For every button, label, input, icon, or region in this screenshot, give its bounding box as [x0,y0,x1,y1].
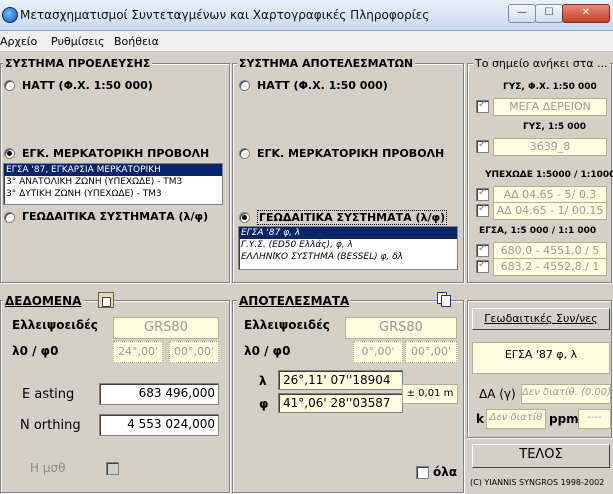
yperxode-label: ΥΠΕΧΩΔΕ 1:5000 / 1:1000 [485,170,613,180]
result-f0-value: 00°,00' [405,341,457,363]
k-value: Δεν διατίθ [486,409,546,429]
gys-50000-check[interactable] [476,99,489,113]
lambda-output[interactable]: 26°,11' 07''18904 [278,370,403,390]
geodetic-system-value: ΕΓΣΑ '87 φ, λ [472,342,610,374]
geodetic-coords-button[interactable]: Γεωδαιτικές Συν/νες [472,308,610,330]
menu-bar: Αρχείο Ρυθμίσεις Βοήθεια [0,31,613,52]
window-title: Μετασχηματισμοί Συντεταγμένων και Χαρτογ… [20,8,430,22]
easting-input[interactable]: 683 496,000 [99,383,219,405]
input-data-title: ΔΕΔΟΜΕΝΑ [3,294,84,308]
ppm-label: ppm [549,412,579,426]
northing-input[interactable]: 4 553 024,000 [99,414,219,436]
result-label-hatt: ΗΑΤΤ (Φ.Χ. 1:50 000) [257,79,388,92]
easting-label: E asting [22,387,75,402]
result-l0f0-label: λ0 / φ0 [244,344,291,358]
result-l0-value: 0°,00' [353,341,403,363]
end-button[interactable]: ΤΕΛΟΣ [472,444,610,468]
source-radio-hatt[interactable] [4,80,15,91]
result-radio-geodetic[interactable] [239,212,250,223]
result-system-title: ΣΥΣΤΗΜΑ ΑΠΟΤΕΛΕΣΜΑΤΩΝ [237,57,416,70]
input-ellipsoid-label: Ελλειψοειδές [12,318,98,332]
menu-help[interactable]: Βοήθεια [114,35,159,48]
result-label-geodetic: ΓΕΩΔΑΙΤΙΚΑ ΣΥΣΤΗΜΑΤΑ (λ/φ) [257,210,448,225]
source-radio-geodetic[interactable] [4,212,15,223]
result-ellipsoid-label: Ελλειψοειδές [244,318,330,332]
result-ellipsoid-value: GRS80 [345,317,457,339]
result-label-tm: ΕΓΚ. ΜΕΡΚΑΤΟΡΙΚΗ ΠΡΟΒΟΛΗ [257,147,445,160]
ppm-value: ---- [578,409,611,429]
gys-5000-check[interactable] [476,139,489,153]
paste-icon[interactable] [98,292,114,308]
result-geodetic-list[interactable]: ΕΓΣΑ '87 φ, λ Γ.Υ.Σ. (ED50 Ελλάς), φ, λ … [238,226,458,270]
all-check[interactable] [416,466,429,479]
list-item[interactable]: Γ.Υ.Σ. (ED50 Ελλάς), φ, λ [239,239,457,251]
maximize-button[interactable]: ☐ [535,4,563,23]
gys-5000-value: 3639_8 [493,138,607,156]
gys-5000-label: ΓΥΣ, 1:5 000 [523,122,586,132]
source-system-title: ΣΥΣΤΗΜΑ ΠΡΟΕΛΕΥΣΗΣ [3,57,153,70]
point-sheets-title: Το σημείο ανήκει στα ... [473,57,610,70]
input-ellipsoid-value: GRS80 [113,317,219,339]
yperxode-value-2: ΑΔ 04.65 - 1/ 00.15 [493,202,607,220]
input-f0-value: 00°,00' [169,341,219,363]
da-value: Δεν διατίθ. (0.00) [521,384,611,404]
list-item[interactable]: 3° ΔΥΤΙΚΗ ΖΩΝΗ (ΥΠΕΧΩΔΕ) - ΤΜ3 [4,188,222,200]
close-button[interactable]: ✕ [562,4,610,23]
minimize-button[interactable]: — [508,4,536,23]
source-label-tm: ΕΓΚ. ΜΕΡΚΑΤΟΡΙΚΗ ΠΡΟΒΟΛΗ [22,147,210,160]
source-projection-list[interactable]: ΕΓΣΑ '87, ΕΓΚΑΡΣΙΑ ΜΕΡΚΑΤΟΡΙΚΗ 3° ΑΝΑΤΟΛ… [3,163,223,205]
hmsth-check[interactable] [106,462,119,475]
hmsth-label: H μσθ [30,461,66,475]
egsa-label: ΕΓΣΑ, 1:5 000 / 1:1 000 [479,226,597,236]
list-item[interactable]: ΕΛΛΗΝΙΚΟ ΣΥΣΤΗΜΑ (BESSEL) φ, δλ [239,251,457,263]
phi-output[interactable]: 41°,06' 28''03587 [278,393,403,413]
yperxode-check-2[interactable] [476,203,489,217]
source-radio-tm[interactable] [4,148,15,159]
copy-icon[interactable] [437,292,451,307]
input-l0-value: 24°,00' [113,341,163,363]
list-item[interactable]: 3° ΑΝΑΤΟΛΙΚΗ ΖΩΝΗ (ΥΠΕΧΩΔΕ) - ΤΜ3 [4,176,222,188]
list-item[interactable]: ΕΓΣΑ '87 φ, λ [239,227,457,239]
source-label-geodetic: ΓΕΩΔΑΙΤΙΚΑ ΣΥΣΤΗΜΑΤΑ (λ/φ) [22,210,209,223]
result-radio-hatt[interactable] [239,80,250,91]
da-label: ΔΑ (γ) [479,387,516,401]
copyright-text: (C) YIANNIS SYNGROS 1998-2002 [470,478,605,487]
menu-file[interactable]: Αρχείο [0,35,37,48]
title-bar: Μετασχηματισμοί Συντεταγμένων και Χαρτογ… [0,0,613,31]
gys-50000-value: ΜΕΓΑ ΔΕΡΕΙΟΝ [493,98,607,116]
yperxode-check-1[interactable] [476,187,489,201]
lambda-label: λ [259,374,267,388]
list-item[interactable]: ΕΓΣΑ '87, ΕΓΚΑΡΣΙΑ ΜΕΡΚΑΤΟΡΙΚΗ [4,164,222,176]
results-title: ΑΠΟΤΕΛΕΣΜΑΤΑ [237,294,352,308]
input-l0f0-label: λ0 / φ0 [12,344,59,358]
result-radio-tm[interactable] [239,148,250,159]
source-label-hatt: ΗΑΤΤ (Φ.Χ. 1:50 000) [22,79,153,92]
globe-icon [2,7,18,23]
egsa-check-2[interactable] [476,259,489,273]
egsa-check-1[interactable] [476,243,489,257]
k-label: k [476,412,484,426]
gys-50000-label: ΓΥΣ, Φ.Χ. 1:50 000 [503,82,597,92]
all-label: όλα [433,465,458,479]
accuracy-value: ± 0,01 m [402,384,458,404]
menu-settings[interactable]: Ρυθμίσεις [51,35,105,48]
northing-label: N orthing [20,418,81,433]
egsa-value-2: 683,2 - 4552,8 / 1 [493,258,607,276]
phi-label: φ [259,397,269,411]
